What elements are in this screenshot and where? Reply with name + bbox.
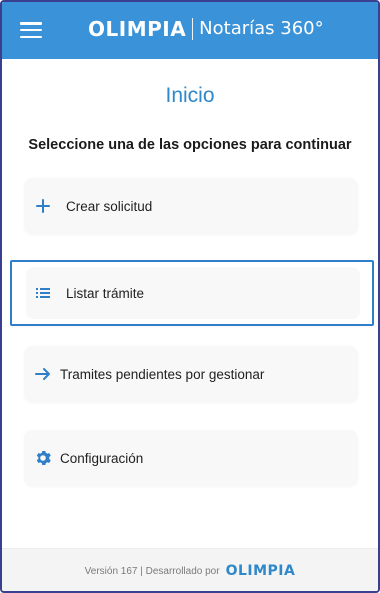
option-crear-solicitud[interactable]: Crear solicitud — [24, 178, 358, 234]
app-bar: OLIMPIA Notarías 360° — [2, 2, 378, 59]
brand-divider — [192, 18, 194, 40]
option-label: Listar trámite — [66, 285, 145, 301]
product-name: Notarías 360° — [199, 18, 324, 39]
hamburger-menu-icon[interactable] — [20, 22, 42, 38]
option-configuracion[interactable]: Configuración — [24, 430, 358, 486]
brand: OLIMPIA Notarías 360° — [88, 16, 324, 42]
option-label: Configuración — [60, 450, 144, 466]
page-title: Inicio — [165, 84, 215, 107]
option-label: Crear solicitud — [66, 198, 153, 214]
footer-version-text: Versión 167 | Desarrollado por — [84, 565, 220, 577]
option-tramites-pendientes[interactable]: Tramites pendientes por gestionar — [24, 346, 358, 402]
footer-logo: OLIMPIA — [225, 563, 296, 579]
page-subtitle: Seleccione una de las opciones para cont… — [28, 137, 352, 153]
app-frame: OLIMPIA Notarías 360° Inicio Seleccione … — [0, 0, 380, 593]
gear-icon — [34, 449, 52, 467]
option-label: Tramites pendientes por gestionar — [60, 366, 265, 382]
list-icon — [34, 284, 52, 302]
option-listar-tramite[interactable]: Listar trámite — [10, 260, 374, 326]
plus-icon — [34, 197, 52, 215]
arrow-right-icon — [34, 365, 52, 383]
footer: Versión 167 | Desarrollado por OLIMPIA — [2, 548, 378, 591]
brand-logo: OLIMPIA — [88, 17, 187, 41]
